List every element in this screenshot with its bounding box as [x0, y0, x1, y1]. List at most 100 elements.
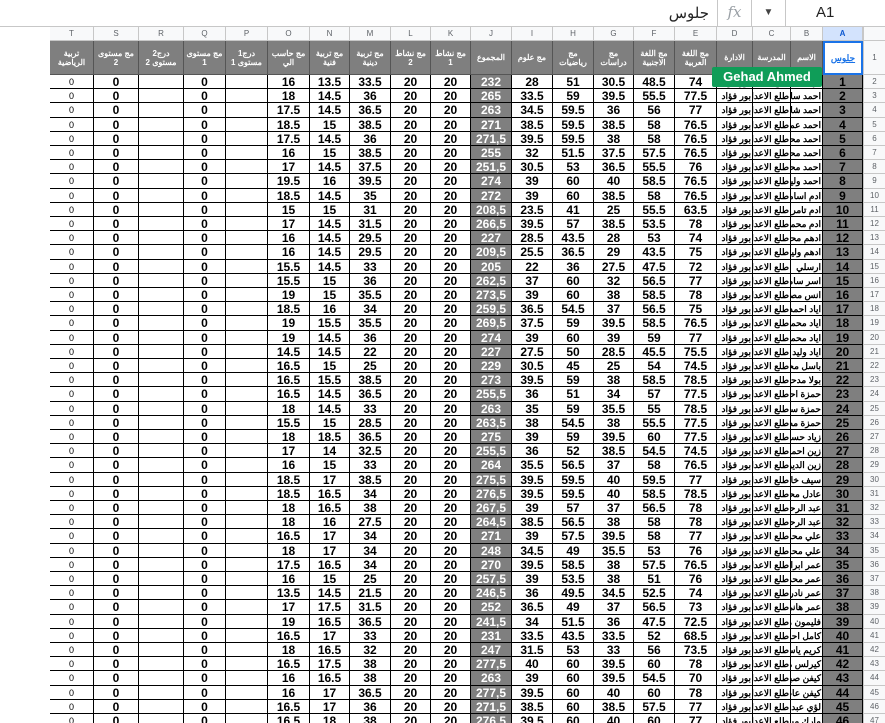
data-cell[interactable]: طلع الاعداد [753, 330, 791, 345]
data-cell[interactable]: 15.5 [310, 373, 350, 388]
empty-cell[interactable] [226, 643, 268, 658]
empty-cell[interactable] [139, 174, 184, 189]
row-header-33[interactable]: 33 [863, 515, 885, 530]
zero-cell[interactable]: 0 [50, 714, 94, 723]
zero-cell[interactable]: 0 [94, 103, 139, 118]
zero-cell[interactable]: 0 [50, 359, 94, 374]
data-cell[interactable]: طلع الاعداد [753, 103, 791, 118]
data-cell[interactable]: 45 [553, 359, 594, 374]
zero-cell[interactable]: 0 [184, 75, 226, 90]
zero-cell[interactable]: 0 [184, 217, 226, 232]
data-cell[interactable]: 20 [391, 699, 431, 714]
data-cell[interactable]: بور فؤاد [717, 288, 753, 303]
data-cell[interactable]: بور فؤاد [717, 259, 753, 274]
empty-cell[interactable] [226, 273, 268, 288]
empty-cell[interactable] [226, 75, 268, 90]
data-cell[interactable]: طلع الاعداد [753, 344, 791, 359]
column-header-g[interactable]: G [594, 27, 634, 41]
data-cell[interactable]: 39.5 [350, 174, 391, 189]
row-header-32[interactable]: 32 [863, 501, 885, 516]
name-box-dropdown-icon[interactable]: ▼ [751, 0, 785, 26]
data-cell[interactable]: 20 [431, 359, 471, 374]
data-cell[interactable]: 34 [512, 614, 553, 629]
empty-cell[interactable] [226, 586, 268, 601]
data-cell[interactable]: 15 [310, 117, 350, 132]
data-cell[interactable]: 252 [471, 600, 512, 615]
data-cell[interactable]: 53 [553, 160, 594, 175]
data-cell[interactable]: طلع الاعداد [753, 231, 791, 246]
data-cell[interactable]: علي محمد [791, 529, 823, 544]
zero-cell[interactable]: 0 [94, 557, 139, 572]
zero-cell[interactable]: 0 [50, 444, 94, 459]
data-cell[interactable]: بور فؤاد [717, 657, 753, 672]
data-cell[interactable]: بور فؤاد [717, 444, 753, 459]
data-cell[interactable]: 16 [310, 174, 350, 189]
data-cell[interactable]: 14 [310, 444, 350, 459]
zero-cell[interactable]: 0 [50, 373, 94, 388]
zero-cell[interactable]: 0 [50, 543, 94, 558]
empty-cell[interactable] [226, 699, 268, 714]
data-cell[interactable]: 39.5 [594, 529, 634, 544]
column-header-p[interactable]: P [226, 27, 268, 41]
zero-cell[interactable]: 0 [184, 131, 226, 146]
data-cell[interactable]: 36 [350, 699, 391, 714]
data-cell[interactable]: 58.5 [634, 316, 675, 331]
data-cell[interactable]: 39 [512, 330, 553, 345]
zero-cell[interactable]: 0 [94, 302, 139, 317]
zero-cell[interactable]: 0 [50, 572, 94, 587]
data-cell[interactable]: 20 [391, 259, 431, 274]
data-cell[interactable]: 20 [431, 685, 471, 700]
data-cell[interactable]: 15 [310, 359, 350, 374]
data-cell[interactable]: 36 [350, 273, 391, 288]
seat-number-cell[interactable]: 45 [823, 699, 863, 714]
data-cell[interactable]: بور فؤاد [717, 146, 753, 161]
data-cell[interactable]: 38.5 [512, 515, 553, 530]
data-cell[interactable]: 33.5 [512, 628, 553, 643]
data-cell[interactable]: 14.5 [310, 344, 350, 359]
data-cell[interactable]: 16.5 [310, 614, 350, 629]
data-cell[interactable]: 58 [634, 458, 675, 473]
data-cell[interactable]: 273,5 [471, 288, 512, 303]
seat-number-cell[interactable]: 28 [823, 458, 863, 473]
data-cell[interactable]: 52.5 [634, 586, 675, 601]
seat-number-cell[interactable]: 22 [823, 373, 863, 388]
data-cell[interactable]: 38 [350, 671, 391, 686]
header-cell[interactable]: مج علوم [512, 41, 553, 75]
header-cell[interactable]: مج تربية فنية [310, 41, 350, 75]
data-cell[interactable]: بور فؤاد [717, 486, 753, 501]
data-cell[interactable]: حمزة مصطفى [791, 415, 823, 430]
data-cell[interactable]: 17 [310, 543, 350, 558]
data-cell[interactable]: 53.5 [553, 572, 594, 587]
zero-cell[interactable]: 0 [184, 586, 226, 601]
data-cell[interactable]: 20 [391, 330, 431, 345]
data-cell[interactable]: طلع الاعداد [753, 600, 791, 615]
data-cell[interactable]: 18 [268, 89, 310, 104]
zero-cell[interactable]: 0 [184, 259, 226, 274]
data-cell[interactable]: 20 [431, 458, 471, 473]
data-cell[interactable]: 20 [431, 174, 471, 189]
data-cell[interactable]: 17 [310, 529, 350, 544]
data-cell[interactable]: طلع الاعداد [753, 131, 791, 146]
data-cell[interactable]: 255,5 [471, 444, 512, 459]
zero-cell[interactable]: 0 [94, 486, 139, 501]
data-cell[interactable]: 52 [634, 628, 675, 643]
empty-cell[interactable] [226, 131, 268, 146]
data-cell[interactable]: 20 [431, 217, 471, 232]
empty-cell[interactable] [139, 288, 184, 303]
empty-cell[interactable] [226, 685, 268, 700]
data-cell[interactable]: 58.5 [634, 373, 675, 388]
data-cell[interactable]: 60 [553, 714, 594, 723]
data-cell[interactable]: 20 [431, 614, 471, 629]
data-cell[interactable]: 255 [471, 146, 512, 161]
data-cell[interactable]: 50 [553, 344, 594, 359]
data-cell[interactable]: 31.5 [350, 600, 391, 615]
data-cell[interactable]: 20 [431, 89, 471, 104]
data-cell[interactable]: طلع الاعداد [753, 614, 791, 629]
data-cell[interactable]: 57 [553, 217, 594, 232]
data-cell[interactable]: اياد محمد [791, 316, 823, 331]
seat-number-cell[interactable]: 35 [823, 557, 863, 572]
zero-cell[interactable]: 0 [50, 316, 94, 331]
row-header-44[interactable]: 44 [863, 671, 885, 686]
data-cell[interactable]: بور فؤاد [717, 302, 753, 317]
data-cell[interactable]: 39.5 [594, 657, 634, 672]
